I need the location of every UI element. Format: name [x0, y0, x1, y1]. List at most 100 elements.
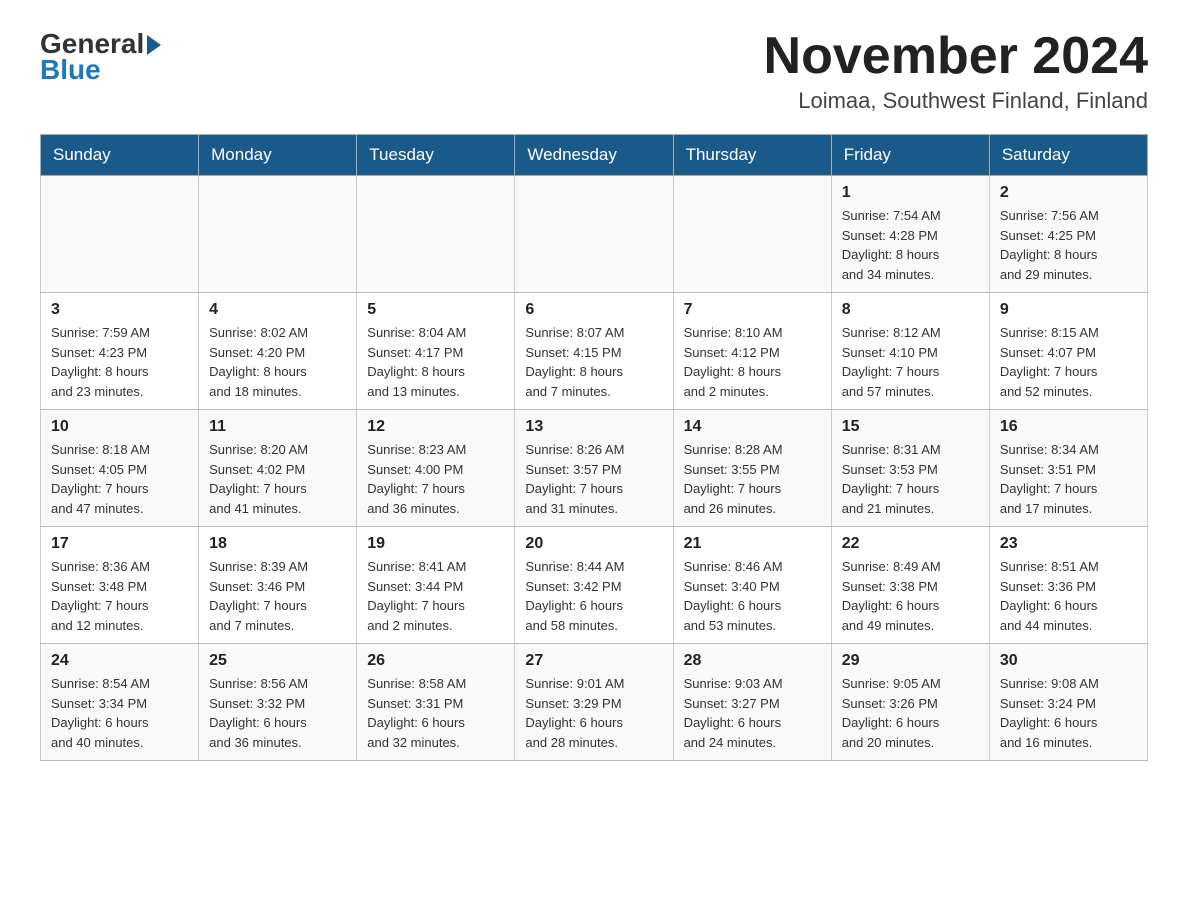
location-title: Loimaa, Southwest Finland, Finland: [764, 88, 1148, 114]
calendar-cell: 18 Sunrise: 8:39 AM Sunset: 3:46 PM Dayli…: [199, 527, 357, 644]
day-number: 26: [367, 652, 504, 670]
day-number: 9: [1000, 301, 1137, 319]
day-number: 12: [367, 418, 504, 436]
day-number: 3: [51, 301, 188, 319]
day-info: Sunrise: 8:10 AM Sunset: 4:12 PM Dayligh…: [684, 323, 821, 401]
day-number: 16: [1000, 418, 1137, 436]
calendar-cell: [41, 176, 199, 293]
day-number: 23: [1000, 535, 1137, 553]
calendar-cell: [515, 176, 673, 293]
day-info: Sunrise: 8:44 AM Sunset: 3:42 PM Dayligh…: [525, 557, 662, 635]
day-info: Sunrise: 7:59 AM Sunset: 4:23 PM Dayligh…: [51, 323, 188, 401]
day-info: Sunrise: 8:02 AM Sunset: 4:20 PM Dayligh…: [209, 323, 346, 401]
calendar-cell: 21 Sunrise: 8:46 AM Sunset: 3:40 PM Dayli…: [673, 527, 831, 644]
calendar-cell: 8Sunrise: 8:12 AM Sunset: 4:10 PM Daylig…: [831, 293, 989, 410]
day-info: Sunrise: 8:15 AM Sunset: 4:07 PM Dayligh…: [1000, 323, 1137, 401]
calendar-cell: 22 Sunrise: 8:49 AM Sunset: 3:38 PM Dayli…: [831, 527, 989, 644]
day-info: Sunrise: 8:56 AM Sunset: 3:32 PM Dayligh…: [209, 674, 346, 752]
header-wednesday: Wednesday: [515, 135, 673, 176]
header-thursday: Thursday: [673, 135, 831, 176]
day-number: 10: [51, 418, 188, 436]
day-number: 1: [842, 184, 979, 202]
day-number: 15: [842, 418, 979, 436]
day-info: Sunrise: 8:36 AM Sunset: 3:48 PM Dayligh…: [51, 557, 188, 635]
calendar-cell: 29 Sunrise: 9:05 AM Sunset: 3:26 PM Dayli…: [831, 644, 989, 761]
day-number: 7: [684, 301, 821, 319]
calendar-cell: 16 Sunrise: 8:34 AM Sunset: 3:51 PM Dayli…: [989, 410, 1147, 527]
logo-arrow-icon: [147, 35, 161, 55]
calendar-cell: [199, 176, 357, 293]
day-info: Sunrise: 8:26 AM Sunset: 3:57 PM Dayligh…: [525, 440, 662, 518]
header-tuesday: Tuesday: [357, 135, 515, 176]
calendar-cell: 25Sunrise: 8:56 AM Sunset: 3:32 PM Dayli…: [199, 644, 357, 761]
calendar-cell: 19 Sunrise: 8:41 AM Sunset: 3:44 PM Dayli…: [357, 527, 515, 644]
calendar-cell: 9 Sunrise: 8:15 AM Sunset: 4:07 PM Daylig…: [989, 293, 1147, 410]
calendar-cell: 26Sunrise: 8:58 AM Sunset: 3:31 PM Dayli…: [357, 644, 515, 761]
logo: General Blue: [40, 30, 161, 86]
day-info: Sunrise: 8:39 AM Sunset: 3:46 PM Dayligh…: [209, 557, 346, 635]
day-number: 24: [51, 652, 188, 670]
day-info: Sunrise: 7:54 AM Sunset: 4:28 PM Dayligh…: [842, 206, 979, 284]
day-info: Sunrise: 8:51 AM Sunset: 3:36 PM Dayligh…: [1000, 557, 1137, 635]
day-info: Sunrise: 8:18 AM Sunset: 4:05 PM Dayligh…: [51, 440, 188, 518]
day-number: 20: [525, 535, 662, 553]
day-info: Sunrise: 8:07 AM Sunset: 4:15 PM Dayligh…: [525, 323, 662, 401]
day-number: 2: [1000, 184, 1137, 202]
calendar-cell: 20 Sunrise: 8:44 AM Sunset: 3:42 PM Dayli…: [515, 527, 673, 644]
day-number: 11: [209, 418, 346, 436]
calendar-week-1: 1 Sunrise: 7:54 AM Sunset: 4:28 PM Daylig…: [41, 176, 1148, 293]
weekday-header-row: Sunday Monday Tuesday Wednesday Thursday…: [41, 135, 1148, 176]
logo-blue-text: Blue: [40, 54, 101, 86]
day-number: 18: [209, 535, 346, 553]
day-info: Sunrise: 7:56 AM Sunset: 4:25 PM Dayligh…: [1000, 206, 1137, 284]
day-info: Sunrise: 8:28 AM Sunset: 3:55 PM Dayligh…: [684, 440, 821, 518]
calendar-cell: 7 Sunrise: 8:10 AM Sunset: 4:12 PM Daylig…: [673, 293, 831, 410]
calendar-cell: 11Sunrise: 8:20 AM Sunset: 4:02 PM Dayli…: [199, 410, 357, 527]
calendar-week-3: 10 Sunrise: 8:18 AM Sunset: 4:05 PM Dayli…: [41, 410, 1148, 527]
calendar-week-2: 3 Sunrise: 7:59 AM Sunset: 4:23 PM Daylig…: [41, 293, 1148, 410]
header-monday: Monday: [199, 135, 357, 176]
day-info: Sunrise: 8:46 AM Sunset: 3:40 PM Dayligh…: [684, 557, 821, 635]
calendar-cell: 13 Sunrise: 8:26 AM Sunset: 3:57 PM Dayli…: [515, 410, 673, 527]
month-title: November 2024: [764, 30, 1148, 82]
calendar-cell: 14 Sunrise: 8:28 AM Sunset: 3:55 PM Dayli…: [673, 410, 831, 527]
day-info: Sunrise: 8:41 AM Sunset: 3:44 PM Dayligh…: [367, 557, 504, 635]
page-header: General Blue November 2024 Loimaa, South…: [40, 30, 1148, 114]
day-number: 5: [367, 301, 504, 319]
calendar-cell: 2 Sunrise: 7:56 AM Sunset: 4:25 PM Daylig…: [989, 176, 1147, 293]
calendar-cell: 12Sunrise: 8:23 AM Sunset: 4:00 PM Dayli…: [357, 410, 515, 527]
day-number: 13: [525, 418, 662, 436]
day-info: Sunrise: 8:54 AM Sunset: 3:34 PM Dayligh…: [51, 674, 188, 752]
header-friday: Friday: [831, 135, 989, 176]
day-info: Sunrise: 9:01 AM Sunset: 3:29 PM Dayligh…: [525, 674, 662, 752]
day-number: 29: [842, 652, 979, 670]
calendar-cell: 17Sunrise: 8:36 AM Sunset: 3:48 PM Dayli…: [41, 527, 199, 644]
day-number: 30: [1000, 652, 1137, 670]
calendar-cell: 10 Sunrise: 8:18 AM Sunset: 4:05 PM Dayli…: [41, 410, 199, 527]
calendar-cell: 6 Sunrise: 8:07 AM Sunset: 4:15 PM Daylig…: [515, 293, 673, 410]
day-number: 4: [209, 301, 346, 319]
calendar-cell: 3 Sunrise: 7:59 AM Sunset: 4:23 PM Daylig…: [41, 293, 199, 410]
calendar-table: Sunday Monday Tuesday Wednesday Thursday…: [40, 134, 1148, 761]
day-info: Sunrise: 8:04 AM Sunset: 4:17 PM Dayligh…: [367, 323, 504, 401]
day-info: Sunrise: 8:49 AM Sunset: 3:38 PM Dayligh…: [842, 557, 979, 635]
calendar-cell: 28Sunrise: 9:03 AM Sunset: 3:27 PM Dayli…: [673, 644, 831, 761]
day-info: Sunrise: 8:34 AM Sunset: 3:51 PM Dayligh…: [1000, 440, 1137, 518]
calendar-cell: [357, 176, 515, 293]
header-sunday: Sunday: [41, 135, 199, 176]
calendar-cell: 1 Sunrise: 7:54 AM Sunset: 4:28 PM Daylig…: [831, 176, 989, 293]
day-number: 6: [525, 301, 662, 319]
calendar-cell: 15Sunrise: 8:31 AM Sunset: 3:53 PM Dayli…: [831, 410, 989, 527]
calendar-cell: 5 Sunrise: 8:04 AM Sunset: 4:17 PM Daylig…: [357, 293, 515, 410]
day-number: 19: [367, 535, 504, 553]
calendar-week-4: 17Sunrise: 8:36 AM Sunset: 3:48 PM Dayli…: [41, 527, 1148, 644]
calendar-cell: [673, 176, 831, 293]
day-number: 14: [684, 418, 821, 436]
calendar-week-5: 24 Sunrise: 8:54 AM Sunset: 3:34 PM Dayli…: [41, 644, 1148, 761]
day-info: Sunrise: 9:08 AM Sunset: 3:24 PM Dayligh…: [1000, 674, 1137, 752]
day-info: Sunrise: 9:05 AM Sunset: 3:26 PM Dayligh…: [842, 674, 979, 752]
day-info: Sunrise: 9:03 AM Sunset: 3:27 PM Dayligh…: [684, 674, 821, 752]
day-number: 21: [684, 535, 821, 553]
day-number: 27: [525, 652, 662, 670]
day-number: 22: [842, 535, 979, 553]
